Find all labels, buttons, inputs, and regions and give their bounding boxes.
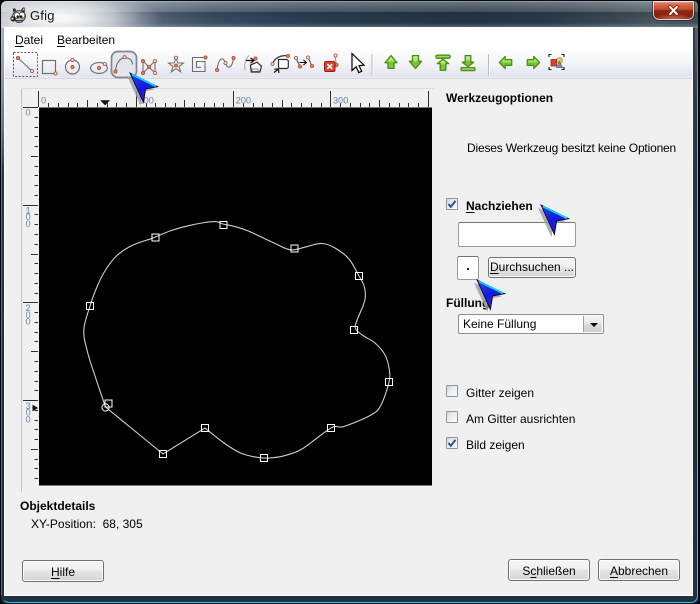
svg-text:0: 0: [26, 108, 31, 118]
svg-text:200: 200: [236, 96, 252, 106]
svg-text:300: 300: [333, 96, 349, 106]
svg-text:0: 0: [26, 317, 31, 327]
svg-text:0: 0: [26, 414, 31, 424]
svg-text:0: 0: [41, 96, 46, 106]
svg-text:0: 0: [26, 219, 31, 229]
